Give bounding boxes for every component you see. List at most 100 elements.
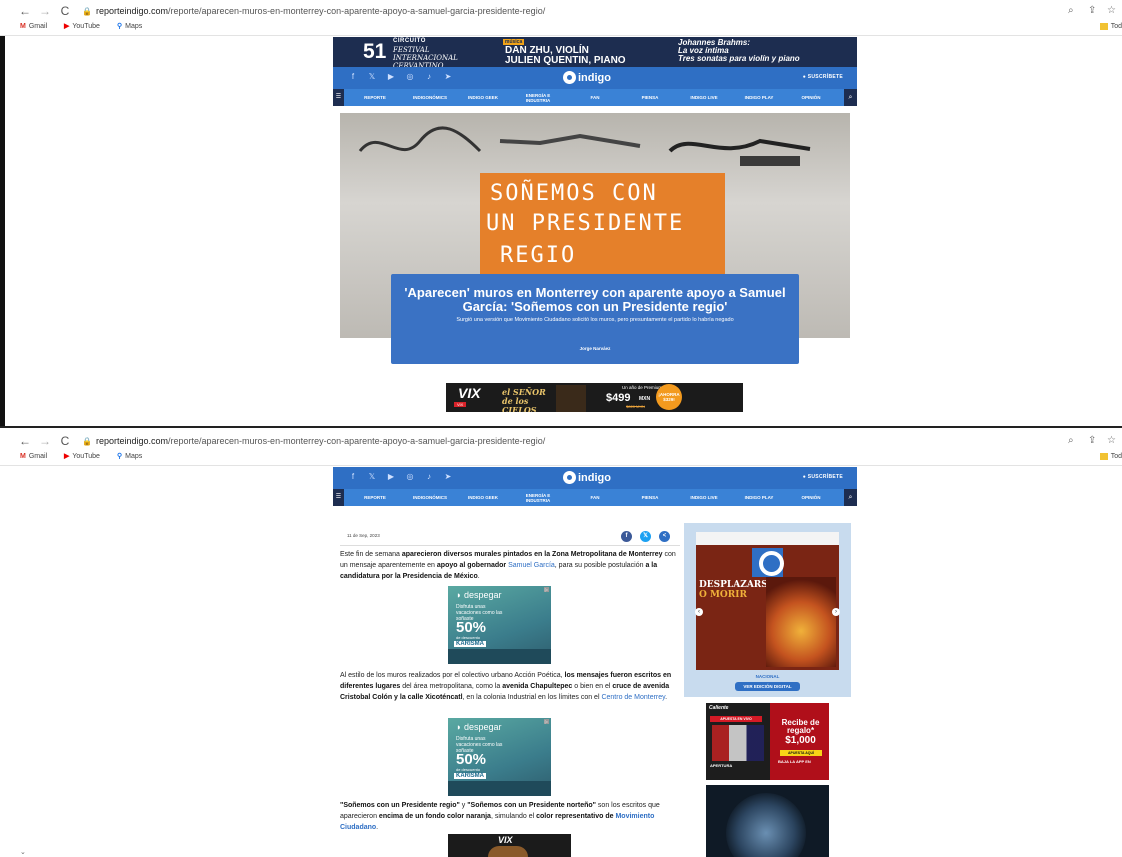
menu-item-fan[interactable]: FAN — [583, 489, 607, 506]
youtube-icon: ▶ — [64, 453, 70, 460]
back-icon[interactable]: ← — [18, 433, 32, 449]
menu-item-fan[interactable]: FAN — [583, 89, 607, 106]
adchoices-icon[interactable]: ▷ — [543, 587, 549, 592]
chevron-right-icon[interactable]: › — [832, 608, 840, 616]
zoom-icon[interactable]: ⌕ — [1068, 433, 1074, 449]
centro-monterrey-link[interactable]: Centro de Monterrey — [601, 694, 665, 701]
url-domain: reporteindigo.com — [95, 6, 169, 16]
view-digital-edition-button[interactable]: VER EDICIÓN DIGITAL — [735, 682, 800, 691]
address-bar[interactable]: 🔒 reporteindigo.com/reporte/aparecen-muro… — [82, 433, 545, 449]
x-share-icon[interactable]: 𝕏 — [640, 531, 651, 542]
menu-item-indigonomics[interactable]: INDIGONÓMICS — [405, 89, 455, 106]
despegar-discount: 50% — [456, 751, 487, 768]
bookmark-folder-all[interactable]: Tod — [1099, 21, 1122, 33]
subscribe-link[interactable]: ● SUSCRÍBETE — [803, 74, 843, 80]
menu-item-indigo-live[interactable]: INDIGO LIVE — [683, 489, 725, 506]
despegar-ad-1[interactable]: ◗ despegar Disfruta unas vacaciones como… — [448, 586, 551, 664]
site-logo[interactable]: indigo — [563, 70, 611, 86]
menu-item-indigo-play[interactable]: INDIGO PLAY — [737, 489, 781, 506]
facebook-icon[interactable]: f — [347, 72, 359, 81]
forward-icon[interactable]: → — [38, 3, 52, 19]
search-icon[interactable]: ⌕ — [844, 489, 857, 506]
side-ad-image[interactable] — [706, 785, 829, 857]
share-page-icon[interactable]: ⇪ — [1088, 433, 1096, 449]
gmail-icon: M — [20, 453, 26, 460]
menu-item-indigo-geek[interactable]: INDIGO GEEK — [463, 89, 503, 106]
caliente-photo-panel: Caliente APUESTA EN VIVO APERTURA — [706, 703, 770, 780]
x-icon[interactable]: 𝕏 — [366, 72, 378, 81]
hamburger-icon[interactable]: ☰ — [333, 489, 344, 506]
chevron-left-icon[interactable]: ‹ — [695, 608, 703, 616]
banner-line2: JULIEN QUENTIN, PIANO — [505, 55, 626, 66]
bookmark-gmail[interactable]: M Gmail — [20, 451, 47, 463]
instagram-icon[interactable]: ◎ — [404, 472, 416, 481]
despegar-footer — [448, 649, 551, 664]
screenshot-bottom: ← → C 🔒 reporteindigo.com/reporte/aparece… — [0, 430, 1122, 857]
vix-logo: VIX — [498, 835, 513, 845]
karisma-logo: KARISMA — [454, 641, 486, 647]
bookmark-folder-all[interactable]: Tod — [1099, 451, 1122, 463]
despegar-logo: ◗ despegar — [456, 722, 502, 732]
menu-item-piensa[interactable]: PIENSA — [635, 89, 665, 106]
adchoices-icon[interactable]: ▷ — [543, 719, 549, 724]
youtube-icon[interactable]: ▶ — [385, 72, 397, 81]
chevron-down-icon[interactable]: ⌄ — [20, 848, 26, 856]
address-bar[interactable]: 🔒 reporteindigo.com/reporte/aparecen-muro… — [82, 3, 545, 19]
samuel-garcia-link[interactable]: Samuel García — [508, 562, 555, 569]
youtube-icon[interactable]: ▶ — [385, 472, 397, 481]
facebook-icon[interactable]: f — [347, 472, 359, 481]
share-page-icon[interactable]: ⇪ — [1088, 3, 1096, 19]
menu-item-indigo-live[interactable]: INDIGO LIVE — [683, 89, 725, 106]
star-icon[interactable]: ☆ — [1107, 433, 1116, 449]
vix-ad[interactable]: VIX ViX el SEÑOR de los CIELOS Un año de… — [446, 383, 743, 412]
search-icon[interactable]: ⌕ — [844, 89, 857, 106]
telegram-icon[interactable]: ➤ — [442, 472, 454, 481]
cervantino-banner-ad[interactable]: 51 CIRCUITO FESTIVAL INTERNACIONAL CERVA… — [333, 37, 857, 67]
tiktok-icon[interactable]: ♪ — [423, 472, 435, 481]
menu-item-energia[interactable]: ENERGÍA E INDUSTRIA — [519, 489, 557, 506]
menu-item-indigo-play[interactable]: INDIGO PLAY — [737, 89, 781, 106]
caliente-ad[interactable]: Caliente APUESTA EN VIVO APERTURA Recibe… — [706, 703, 829, 780]
menu-item-reporte[interactable]: REPORTE — [357, 489, 393, 506]
x-icon[interactable]: 𝕏 — [366, 472, 378, 481]
bookmark-maps[interactable]: ⚲ Maps — [117, 21, 142, 33]
bookmark-youtube[interactable]: ▶ YouTube — [64, 451, 100, 463]
screenshot-top: ← → C 🔒 reporteindigo.com/reporte/aparece… — [0, 0, 1122, 428]
article-date: 11 de Sep, 2023 — [347, 533, 380, 538]
share-icon[interactable]: < — [659, 531, 670, 542]
zoom-icon[interactable]: ⌕ — [1068, 3, 1074, 19]
telegram-icon[interactable]: ➤ — [442, 72, 454, 81]
menu-item-opinion[interactable]: OPINIÓN — [795, 489, 827, 506]
caliente-live-label: APUESTA EN VIVO — [710, 716, 762, 722]
article-author[interactable]: Jorge Narváez — [401, 346, 789, 351]
subscribe-link[interactable]: ● SUSCRÍBETE — [803, 474, 843, 480]
reload-icon[interactable]: C — [58, 3, 72, 19]
menu-item-opinion[interactable]: OPINIÓN — [795, 89, 827, 106]
ad-illustration — [726, 793, 806, 857]
back-icon[interactable]: ← — [18, 3, 32, 19]
bookmark-youtube[interactable]: ▶ YouTube — [64, 21, 100, 33]
instagram-icon[interactable]: ◎ — [404, 72, 416, 81]
star-icon[interactable]: ☆ — [1107, 3, 1116, 19]
vix-ad-inline[interactable]: VIX — [448, 834, 571, 857]
menu-item-energia[interactable]: ENERGÍA E INDUSTRIA — [519, 89, 557, 106]
reload-icon[interactable]: C — [58, 433, 72, 449]
menu-item-indigo-geek[interactable]: INDIGO GEEK — [463, 489, 503, 506]
article-paragraph-1: Este fin de semana aparecieron diversos … — [340, 551, 676, 580]
despegar-ad-2[interactable]: ◗ despegar Disfruta unas vacaciones como… — [448, 718, 551, 796]
hero-headline-card[interactable]: 'Aparecen' muros en Monterrey con aparen… — [391, 274, 799, 364]
facebook-share-icon[interactable]: f — [621, 531, 632, 542]
forward-icon[interactable]: → — [38, 433, 52, 449]
site-logo[interactable]: indigo — [563, 470, 611, 486]
bookmark-maps[interactable]: ⚲ Maps — [117, 451, 142, 463]
magazine-cover[interactable]: DESPLAZARSE O MORIR — [696, 532, 839, 670]
hamburger-icon[interactable]: ☰ — [333, 89, 344, 106]
bookmark-gmail[interactable]: M Gmail — [20, 21, 47, 33]
menu-item-reporte[interactable]: REPORTE — [357, 89, 393, 106]
caliente-cta-button[interactable]: APUESTA AQUÍ — [780, 750, 822, 756]
article-meta: 11 de Sep, 2023 f 𝕏 < — [340, 528, 680, 546]
orange-sign: SOÑEMOS CON UN PRESIDENTE REGIO — [480, 173, 725, 278]
menu-item-indigonomics[interactable]: INDIGONÓMICS — [405, 489, 455, 506]
tiktok-icon[interactable]: ♪ — [423, 72, 435, 81]
menu-item-piensa[interactable]: PIENSA — [635, 489, 665, 506]
